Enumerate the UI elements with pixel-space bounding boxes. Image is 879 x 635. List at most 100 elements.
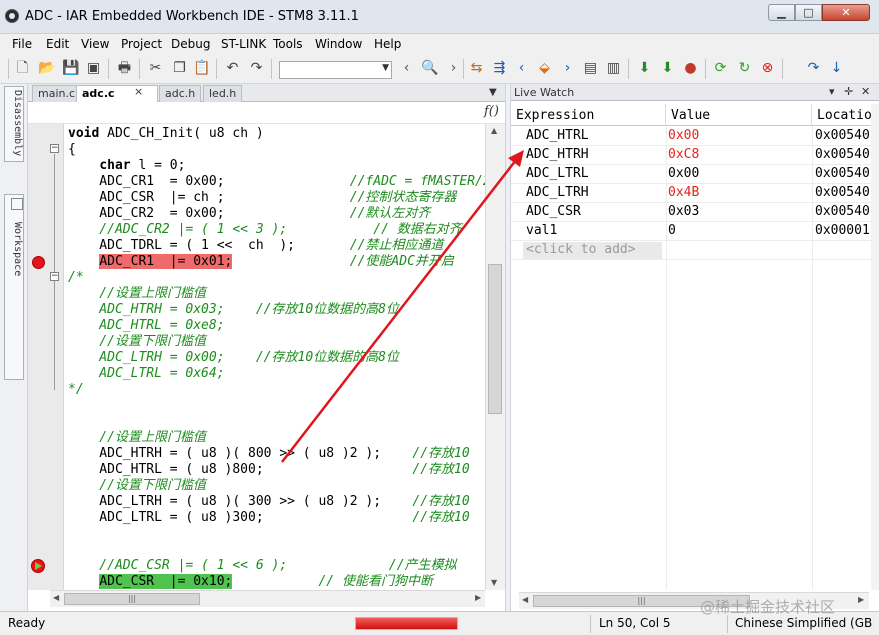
code-text[interactable]: void ADC_CH_Init( u8 ch ){ char l = 0; A… (68, 124, 485, 590)
code-line[interactable]: */ (68, 382, 84, 398)
editor-vertical-scrollbar[interactable]: ▲ ▼ (485, 124, 505, 590)
pin-icon[interactable]: ✛ (844, 85, 853, 98)
watch-row[interactable]: ADC_LTRL 0x00 0x00540 (511, 165, 871, 184)
menu-tools[interactable]: Tools (273, 37, 303, 51)
watch-value[interactable]: 0x00 (668, 128, 699, 146)
paste-icon[interactable]: 📋 (193, 60, 210, 77)
watch-row[interactable]: ADC_CSR 0x03 0x00540 (511, 203, 871, 222)
code-line[interactable]: ADC_HTRL = ( u8 )800; //存放10 (68, 462, 469, 478)
rebuild-icon[interactable]: ↻ (736, 60, 753, 77)
breakpoint-icon[interactable]: ● (682, 60, 699, 77)
back-icon[interactable]: ‹ (398, 60, 415, 77)
prev-icon[interactable]: ‹ (513, 60, 530, 77)
code-line[interactable]: ADC_LTRH = 0x00; //存放10位数据的高8位 (68, 350, 399, 366)
menu-window[interactable]: Window (315, 37, 362, 51)
menu-debug[interactable]: Debug (171, 37, 210, 51)
menu-project[interactable]: Project (121, 37, 162, 51)
debug-download-icon[interactable]: ⬇ (659, 60, 676, 77)
step-over-icon[interactable]: ↷ (805, 60, 822, 77)
code-line[interactable]: ADC_CR1 |= 0x01; //使能ADC并开启 (68, 254, 454, 270)
toggle-bookmark-icon[interactable]: ⇆ (468, 60, 485, 77)
download-icon[interactable]: ⬇ (636, 60, 653, 77)
watch-row[interactable]: ADC_HTRH 0xC8 0x00540 (511, 146, 871, 165)
code-line[interactable]: ADC_CSR |= ch ; //控制状态寄存器 (68, 190, 456, 206)
minimize-button[interactable]: ▁ (768, 4, 795, 21)
tab-list-dropdown-icon[interactable]: ▼ (489, 87, 497, 98)
code-line[interactable]: //设置下限门槛值 (68, 478, 206, 494)
code-line[interactable]: //设置上限门槛值 (68, 430, 206, 446)
code-line[interactable]: char l = 0; (68, 158, 185, 174)
close-button[interactable]: ✕ (822, 4, 870, 21)
add-expression-field[interactable]: <click to add> (523, 242, 662, 259)
watch-vertical-scrollbar[interactable] (871, 104, 879, 590)
menu-st-link[interactable]: ST-LINK (221, 37, 266, 51)
chevron-down-icon[interactable]: ▼ (382, 63, 389, 73)
find-in-files-icon[interactable]: ▤ (582, 60, 599, 77)
make-icon[interactable]: ⟳ (712, 60, 729, 77)
column-header-expression[interactable]: Expression (511, 104, 666, 126)
breakpoint-marker-icon[interactable] (32, 256, 45, 269)
code-line[interactable]: /* (68, 270, 84, 286)
code-line[interactable]: ADC_CR2 = 0x00; //默认左对齐 (68, 206, 430, 222)
save-icon[interactable]: 💾 (62, 60, 79, 77)
editor-gutter[interactable]: − − (28, 124, 64, 590)
bookmark-icon[interactable]: ⬙ (536, 60, 553, 77)
current-statement-icon[interactable] (31, 559, 45, 573)
step-into-icon[interactable]: ↓ (828, 60, 845, 77)
code-line[interactable]: ADC_CSR |= 0x10; // 使能看门狗中断 (68, 574, 433, 590)
fold-toggle-icon[interactable]: − (50, 144, 59, 153)
tab-disassembly[interactable]: Disassembly (4, 86, 24, 162)
code-line[interactable]: ADC_HTRH = 0x03; //存放10位数据的高8位 (68, 302, 399, 318)
code-line[interactable]: ADC_LTRL = 0x64; (68, 366, 224, 382)
code-line[interactable]: ADC_HTRL = 0xe8; (68, 318, 224, 334)
code-line[interactable]: void ADC_CH_Init( u8 ch ) (68, 126, 264, 142)
live-watch-table[interactable]: Expression Value Location ADC_HTRL0x000x… (511, 104, 871, 590)
code-line[interactable]: ADC_LTRL = ( u8 )300; //存放10 (68, 510, 469, 526)
watch-value[interactable]: 0xC8 (668, 147, 699, 165)
column-header-value[interactable]: Value (666, 104, 812, 126)
code-editor[interactable]: f() − − void ADC_CH_Init( u8 ch ){ char … (28, 102, 505, 611)
close-icon[interactable]: × (132, 85, 145, 102)
undo-icon[interactable]: ↶ (224, 60, 241, 77)
panel-menu-icon[interactable]: ▾ (829, 85, 835, 98)
open-icon[interactable]: 📂 (38, 60, 55, 77)
cut-icon[interactable]: ✂ (147, 60, 164, 77)
tab-workspace[interactable]: Workspace (4, 194, 24, 380)
maximize-button[interactable]: □ (795, 4, 822, 21)
watch-row[interactable]: val1 0 0x00001 (511, 222, 871, 241)
watch-add-row[interactable]: <click to add> (511, 241, 871, 260)
editor-horizontal-scrollbar[interactable]: ◀ ||| ▶ (50, 590, 485, 607)
fold-toggle-icon[interactable]: − (50, 272, 59, 281)
stop-build-icon[interactable]: ⊗ (759, 60, 776, 77)
menu-file[interactable]: File (12, 37, 32, 51)
save-all-icon[interactable]: ▣ (85, 60, 102, 77)
code-line[interactable]: ADC_HTRH = ( u8 )( 800 >> ( u8 )2 ); //存… (68, 446, 469, 462)
code-line[interactable]: ADC_TDRL = ( 1 << ch ); //禁止相应通道 (68, 238, 443, 254)
watch-value[interactable]: 0x4B (668, 185, 699, 203)
tab-led-h[interactable]: led.h (203, 85, 243, 102)
function-list-icon[interactable]: f() (484, 104, 499, 119)
code-line[interactable]: { (68, 142, 76, 158)
code-line[interactable]: //ADC_CSR |= ( 1 << 6 ); //产生模拟 (68, 558, 456, 574)
code-line[interactable]: ADC_CR1 = 0x00; //fADC = fMASTER/2 (68, 174, 485, 190)
find-combo[interactable]: ▼ (279, 61, 392, 79)
print-icon[interactable]: 🖶 (116, 60, 133, 77)
watch-row[interactable]: ADC_LTRH 0x4B 0x00540 (511, 184, 871, 203)
panel-close-icon[interactable]: ✕ (861, 85, 870, 98)
copy-icon[interactable]: ❐ (171, 60, 188, 77)
code-line[interactable]: //设置下限门槛值 (68, 334, 206, 350)
tab-adc-h[interactable]: adc.h (159, 85, 202, 102)
watch-row[interactable]: ADC_HTRL 0x00 0x00540 (511, 127, 871, 146)
code-line[interactable]: //ADC_CR2 |= ( 1 << 3 ); // 数据右对齐 (68, 222, 461, 238)
code-line[interactable]: //设置上限门槛值 (68, 286, 206, 302)
tab-main-c[interactable]: main.c (32, 85, 82, 102)
new-file-icon[interactable]: 🗋 (14, 60, 31, 77)
goto-bookmark-icon[interactable]: ⇶ (491, 60, 508, 77)
menu-edit[interactable]: Edit (46, 37, 69, 51)
menu-view[interactable]: View (81, 37, 109, 51)
menu-help[interactable]: Help (374, 37, 401, 51)
replace-icon[interactable]: ▥ (605, 60, 622, 77)
column-header-location[interactable]: Location (812, 104, 871, 126)
code-line[interactable]: ADC_LTRH = ( u8 )( 300 >> ( u8 )2 ); //存… (68, 494, 469, 510)
tab-adc-c[interactable]: adc.c (76, 85, 158, 102)
